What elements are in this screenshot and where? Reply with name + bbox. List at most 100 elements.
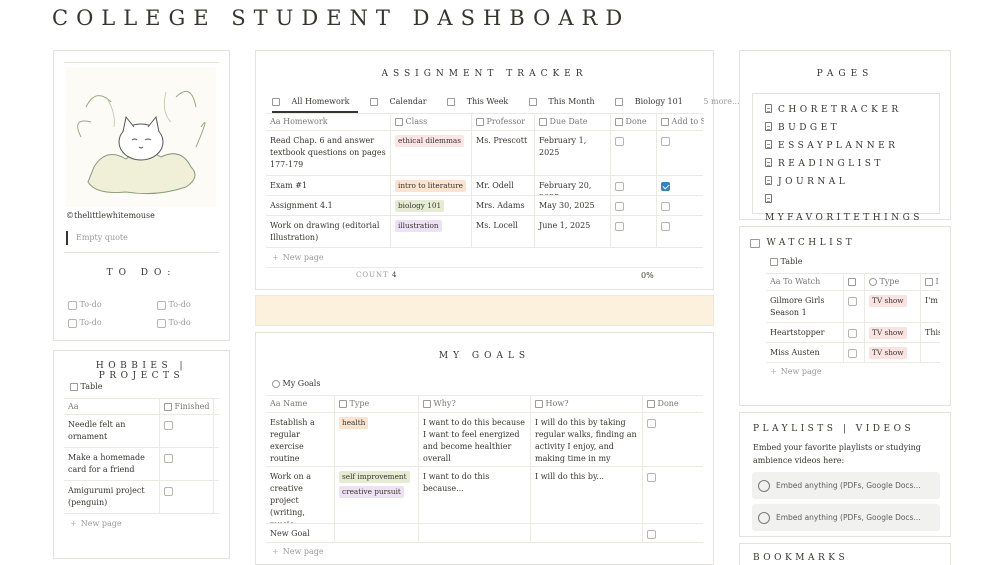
add-checkbox[interactable] <box>661 221 670 231</box>
profile-illustration <box>66 67 216 207</box>
done-checkbox[interactable] <box>647 418 656 428</box>
profile-card: ©thelittlewhitemouse Empty quote TO DO: … <box>53 50 230 341</box>
tab-this-week[interactable]: This Week <box>447 97 517 106</box>
page-icon <box>765 158 772 167</box>
page-link-myfavoritethings[interactable]: MYFAVORITETHINGS <box>765 191 927 223</box>
watchlist-card: WATCHLIST Table Aa To Watch Type I Gilmo… <box>739 226 951 406</box>
table-row[interactable]: Exam #1 intro to literature Mr. Odell Fe… <box>266 176 703 196</box>
table-row[interactable]: Work on a creative project (writing, mus… <box>266 467 703 524</box>
page-icon <box>765 194 772 203</box>
page-link-journal[interactable]: JOURNAL <box>765 173 927 191</box>
table-icon <box>70 383 78 391</box>
embed-block[interactable]: Embed anything (PDFs, Google Docs... <box>752 504 940 531</box>
tab-calendar[interactable]: Calendar <box>369 97 436 106</box>
tab-all-homework[interactable]: All Homework <box>272 97 359 113</box>
watched-checkbox[interactable] <box>848 296 857 306</box>
page-icon <box>765 104 772 113</box>
tv-icon <box>750 238 760 248</box>
add-checkbox[interactable] <box>661 201 670 211</box>
add-checkbox[interactable] <box>661 181 670 191</box>
quote-placeholder: Empty quote <box>76 233 128 242</box>
type-tag: self improvement <box>339 471 410 483</box>
class-tag: intro to literature <box>395 180 467 192</box>
page-link-budget[interactable]: BUDGET <box>765 119 927 137</box>
hobbies-view-tab[interactable]: Table <box>70 382 102 391</box>
playlists-card: PLAYLISTS | VIDEOS Embed your favorite p… <box>739 412 951 537</box>
done-checkbox[interactable] <box>615 221 624 231</box>
todo-item[interactable]: To-do <box>68 318 102 328</box>
embed-icon <box>758 480 770 492</box>
tab-more[interactable]: 5 more... <box>703 97 739 106</box>
tab-biology[interactable]: Biology 101 <box>615 97 692 106</box>
finished-checkbox[interactable] <box>164 486 173 496</box>
playlists-title: PLAYLISTS | VIDEOS <box>753 424 915 434</box>
page-icon <box>765 176 772 185</box>
new-page-button[interactable]: + New page <box>272 547 324 556</box>
count-summary: COUNT 4 <box>356 271 398 279</box>
add-checkbox[interactable] <box>661 136 670 146</box>
watchlist-title: WATCHLIST <box>766 238 856 248</box>
table-row[interactable]: Gilmore Girls Season 1 TV show I'm l <box>766 291 940 323</box>
table-row[interactable]: New Goal <box>266 524 703 543</box>
bookmarks-card: BOOKMARKS <box>739 543 951 565</box>
page-title: COLLEGE STUDENT DASHBOARD <box>52 6 631 30</box>
table-row[interactable]: Assignment 4.1 biology 101 Mrs. Adams Ma… <box>266 196 703 216</box>
banner <box>255 295 714 326</box>
table-row[interactable]: Establish a regular exercise routine hea… <box>266 413 703 467</box>
todo-item[interactable]: To-do <box>157 318 191 328</box>
watched-checkbox[interactable] <box>848 348 857 358</box>
quote-field[interactable]: Empty quote <box>66 231 216 245</box>
pages-list: CHORETRACKER BUDGET ESSAYPLANNER READING… <box>752 93 940 223</box>
assignment-title: ASSIGNMENT TRACKER <box>381 69 588 79</box>
page-link-essayplanner[interactable]: ESSAYPLANNER <box>765 137 927 155</box>
goals-card: MY GOALS My Goals Aa Name Type Why? How?… <box>255 332 714 565</box>
table-row[interactable]: Needle felt an ornament <box>64 415 219 448</box>
goals-view-tab[interactable]: My Goals <box>272 379 320 388</box>
table-row[interactable]: Amigurumi project (penguin) <box>64 481 219 514</box>
col-name-header: Aa <box>64 399 160 414</box>
table-row[interactable]: Heartstopper TV show This <box>766 323 940 343</box>
page-link-readinglist[interactable]: READINGLIST <box>765 155 927 173</box>
done-checkbox[interactable] <box>615 136 624 146</box>
class-tag: ethical dilemmas <box>395 135 464 147</box>
new-page-button[interactable]: + New page <box>272 253 324 262</box>
new-page-button[interactable]: + New page <box>770 367 822 376</box>
type-tag: TV show <box>869 347 907 359</box>
playlists-description: Embed your favorite playlists or studyin… <box>753 443 921 465</box>
table-row[interactable]: Miss Austen TV show <box>766 343 940 363</box>
pages-card: PAGES CHORETRACKER BUDGET ESSAYPLANNER R… <box>739 50 951 223</box>
todo-item[interactable]: To-do <box>68 300 102 310</box>
finished-checkbox[interactable] <box>164 453 173 463</box>
pages-title: PAGES <box>816 69 874 79</box>
class-tag: illustration <box>395 220 442 232</box>
page-link-choretracker[interactable]: CHORETRACKER <box>765 101 927 119</box>
col-finished-header: Finished <box>160 399 214 414</box>
profile-handle: ©thelittlewhitemouse <box>66 211 155 220</box>
new-page-button[interactable]: + New page <box>70 519 122 528</box>
table-row[interactable]: Make a homemade card for a friend <box>64 448 219 481</box>
bookmarks-title: BOOKMARKS <box>753 553 849 563</box>
type-tag: creative pursuit <box>339 486 404 498</box>
goals-title: MY GOALS <box>438 351 531 361</box>
done-checkbox[interactable] <box>615 201 624 211</box>
embed-block[interactable]: Embed anything (PDFs, Google Docs... <box>752 472 940 499</box>
table-row[interactable]: Work on drawing (editorial Illustration)… <box>266 216 703 248</box>
done-checkbox[interactable] <box>647 529 656 539</box>
hobbies-title: HOBBIES | PROJECTS <box>95 361 188 381</box>
done-checkbox[interactable] <box>647 472 656 482</box>
assignment-tabs: All Homework Calendar This Week This Mon… <box>272 97 749 113</box>
watched-checkbox[interactable] <box>848 328 857 338</box>
tab-this-month[interactable]: This Month <box>528 97 604 106</box>
table-icon <box>770 258 778 266</box>
hobbies-card: HOBBIES | PROJECTS Table Aa Finished Nee… <box>53 350 230 559</box>
finished-checkbox[interactable] <box>164 420 173 430</box>
class-tag: biology 101 <box>395 200 445 212</box>
embed-icon <box>758 512 770 524</box>
percent-summary: 0% <box>641 271 654 280</box>
table-row[interactable]: Read Chap. 6 and answer textbook questio… <box>266 131 703 176</box>
done-checkbox[interactable] <box>615 181 624 191</box>
type-tag: health <box>339 417 369 429</box>
todo-item[interactable]: To-do <box>157 300 191 310</box>
page-icon <box>765 122 772 131</box>
watchlist-view-tab[interactable]: Table <box>770 257 802 266</box>
